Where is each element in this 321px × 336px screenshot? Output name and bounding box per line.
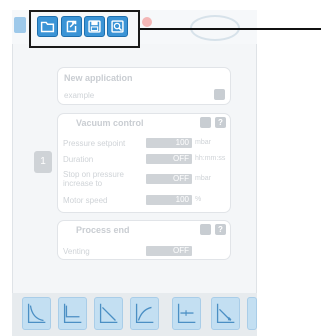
step-rise-icon[interactable] <box>130 297 159 330</box>
step-more-icon[interactable] <box>247 297 257 330</box>
gear-icon[interactable] <box>200 117 211 128</box>
close-icon[interactable] <box>142 17 152 27</box>
gear-icon[interactable] <box>200 224 211 235</box>
process-end-card: Process end ? Venting OFF <box>57 220 231 260</box>
process-end-title: Process end <box>76 225 130 235</box>
step-ramp-icon[interactable] <box>94 297 123 330</box>
pressure-setpoint-value[interactable]: 100 <box>146 138 192 148</box>
row-label: Stop on pressure increase to <box>63 170 124 188</box>
callout-line <box>140 28 321 30</box>
step-drop-icon[interactable] <box>58 297 87 330</box>
row-label: Venting <box>63 247 90 256</box>
step-hold-icon[interactable] <box>172 297 201 330</box>
application-name-field[interactable]: example <box>64 91 94 100</box>
toolbar-highlight-box <box>29 10 140 48</box>
vacuum-control-card: Vacuum control ? Pressure setpoint 100 m… <box>57 113 231 213</box>
step-end-icon[interactable] <box>211 297 240 330</box>
row-unit: mbar <box>195 139 211 146</box>
step-decay-icon[interactable] <box>22 297 51 330</box>
row-unit: mbar <box>195 175 211 182</box>
venting-value[interactable]: OFF <box>146 246 192 256</box>
duration-value[interactable]: OFF <box>146 154 192 164</box>
step-number-badge: 1 <box>34 151 52 173</box>
help-icon[interactable]: ? <box>215 117 226 128</box>
row-unit: hh:mm:ss <box>195 155 226 162</box>
edit-icon[interactable] <box>214 89 225 100</box>
motor-speed-value[interactable]: 100 <box>146 195 192 205</box>
row-label: Motor speed <box>63 196 108 205</box>
application-card: New application example <box>57 67 231 105</box>
row-unit: % <box>195 196 202 203</box>
help-icon[interactable]: ? <box>215 224 226 235</box>
row-label: Pressure setpoint <box>63 139 126 148</box>
stop-pressure-value[interactable]: OFF <box>146 174 192 184</box>
row-label: Duration <box>63 155 94 164</box>
vacuum-control-title: Vacuum control <box>76 118 144 128</box>
app-logo-icon <box>14 17 26 33</box>
application-title: New application <box>64 73 133 83</box>
